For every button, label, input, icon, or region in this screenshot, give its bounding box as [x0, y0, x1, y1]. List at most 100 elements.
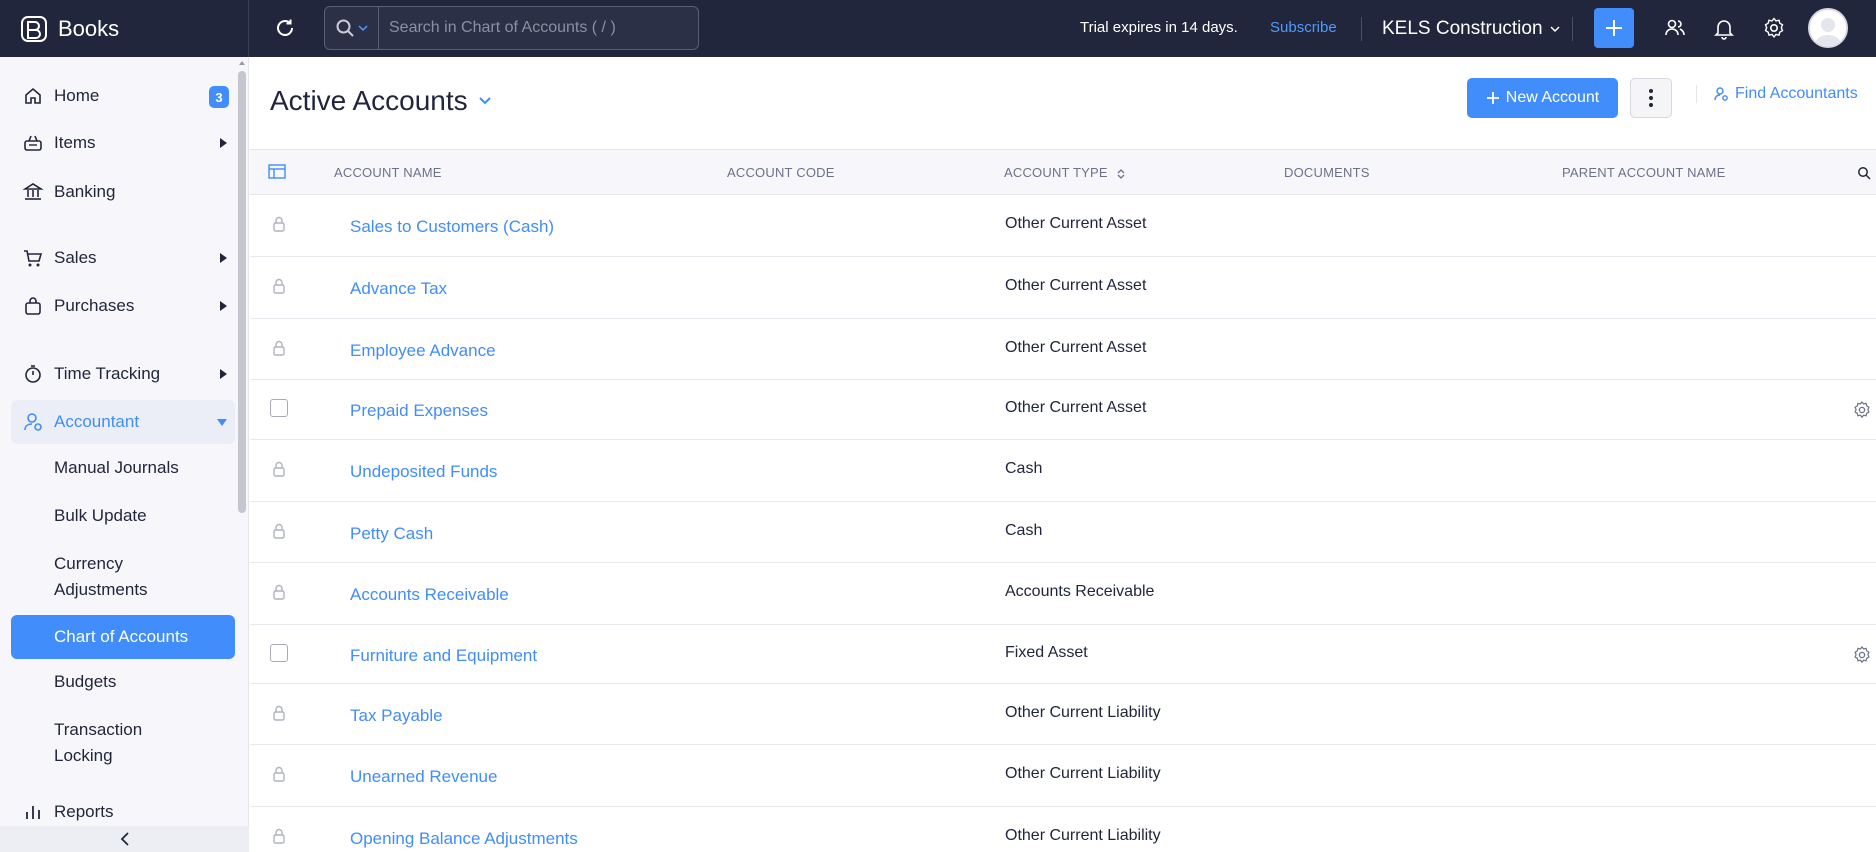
sidebar-subitem-manual-journals[interactable]: Manual Journals: [11, 455, 235, 481]
sidebar-item-items[interactable]: Items: [11, 121, 235, 165]
sidebar-item-banking[interactable]: Banking: [11, 170, 235, 214]
lock-icon: [273, 216, 285, 232]
bag-icon: [25, 297, 41, 315]
users-icon[interactable]: [1663, 16, 1687, 40]
search-input[interactable]: [379, 19, 698, 37]
account-name-link[interactable]: Furniture and Equipment: [350, 646, 537, 666]
table-row[interactable]: Accounts Receivable Accounts Receivable: [250, 563, 1876, 625]
sidebar-item-purchases[interactable]: Purchases: [11, 284, 235, 328]
new-account-button[interactable]: New Account: [1467, 78, 1618, 118]
table-row[interactable]: Advance Tax Other Current Asset: [250, 257, 1876, 319]
trial-text: Trial expires in 14 days.: [1080, 19, 1238, 36]
sidebar-subitem-bulk-update[interactable]: Bulk Update: [11, 503, 235, 529]
search-bar: [324, 6, 699, 50]
refresh-icon[interactable]: [272, 15, 298, 41]
lock-icon: [273, 828, 285, 844]
accountant-icon: [24, 413, 42, 431]
organization-switcher[interactable]: KELS Construction: [1382, 18, 1561, 40]
brand-name: Books: [58, 15, 120, 41]
sort-icon: [1117, 168, 1125, 179]
sidebar-item-label: Accountant: [54, 412, 140, 431]
account-name-link[interactable]: Tax Payable: [350, 706, 443, 726]
account-type: Other Current Asset: [1005, 215, 1147, 232]
account-name-link[interactable]: Opening Balance Adjustments: [350, 829, 578, 849]
brand[interactable]: Books: [0, 0, 249, 57]
chevron-down-icon: [1550, 26, 1560, 33]
table-row[interactable]: Petty Cash Cash: [250, 502, 1876, 563]
sidebar-scrollbar[interactable]: [238, 71, 246, 513]
sidebar-subitem-chart-of-accounts[interactable]: Chart of Accounts: [11, 615, 235, 659]
gear-icon[interactable]: [1762, 16, 1786, 40]
account-type: Other Current Asset: [1005, 399, 1147, 416]
table-row[interactable]: Opening Balance Adjustments Other Current…: [250, 807, 1876, 852]
sidebar-subitem-transaction-locking[interactable]: Transaction Locking: [11, 717, 235, 769]
account-name-link[interactable]: Unearned Revenue: [350, 767, 497, 787]
sidebar-item-time-tracking[interactable]: Time Tracking: [11, 352, 235, 396]
sidebar-item-accountant[interactable]: Accountant: [11, 400, 235, 444]
account-type: Other Current Liability: [1005, 827, 1161, 844]
bell-icon[interactable]: [1712, 16, 1736, 40]
collapse-sidebar-button[interactable]: [0, 826, 249, 852]
plus-icon: [1486, 92, 1499, 104]
table-row[interactable]: Undeposited Funds Cash: [250, 440, 1876, 502]
lock-icon: [273, 766, 285, 782]
avatar[interactable]: [1808, 8, 1848, 48]
sidebar-subitem-currency-adjustments[interactable]: Currency Adjustments: [11, 551, 235, 603]
divider: [1361, 17, 1362, 41]
org-name: KELS Construction: [1382, 18, 1543, 39]
gear-icon[interactable]: [1852, 645, 1872, 665]
table-row[interactable]: Furniture and Equipment Fixed Asset: [250, 625, 1876, 684]
subscribe-link[interactable]: Subscribe: [1270, 19, 1337, 36]
find-accountants-link[interactable]: Find Accountants: [1696, 85, 1858, 103]
search-icon[interactable]: [1857, 166, 1871, 180]
account-name-link[interactable]: Employee Advance: [350, 341, 496, 361]
kebab-menu-icon: [1649, 89, 1653, 107]
account-type: Cash: [1005, 522, 1043, 539]
scroll-up-arrow[interactable]: [239, 61, 245, 65]
table-row[interactable]: Employee Advance Other Current Asset: [250, 319, 1876, 380]
column-header-parent-account-name[interactable]: PARENT ACCOUNT NAME: [1562, 165, 1725, 180]
bar-chart-icon: [26, 806, 40, 819]
row-checkbox[interactable]: [270, 399, 288, 417]
bank-icon: [23, 183, 43, 200]
account-name-link[interactable]: Sales to Customers (Cash): [350, 217, 554, 237]
sidebar-item-label: Sales: [54, 248, 97, 267]
table-row[interactable]: Sales to Customers (Cash) Other Current A…: [250, 195, 1876, 257]
column-header-account-name[interactable]: ACCOUNT NAME: [334, 165, 442, 180]
account-name-link[interactable]: Petty Cash: [350, 524, 433, 544]
sidebar-subitem-label: Adjustments: [54, 580, 148, 599]
column-header-account-code[interactable]: ACCOUNT CODE: [727, 165, 835, 180]
sidebar-item-sales[interactable]: Sales: [11, 236, 235, 280]
table-row[interactable]: Prepaid Expenses Other Current Asset: [250, 380, 1876, 440]
books-logo-icon: [21, 15, 47, 42]
account-name-link[interactable]: Prepaid Expenses: [350, 401, 488, 421]
view-switcher[interactable]: Active Accounts: [270, 85, 492, 117]
stopwatch-icon: [25, 365, 41, 383]
accountant-icon: [1714, 87, 1728, 101]
more-options-button[interactable]: [1630, 78, 1672, 118]
account-name-link[interactable]: Advance Tax: [350, 279, 447, 299]
account-type: Other Current Liability: [1005, 704, 1161, 721]
sidebar-item-label: Reports: [54, 802, 114, 821]
table-row[interactable]: Unearned Revenue Other Current Liability: [250, 745, 1876, 807]
chevron-left-icon: [120, 832, 129, 846]
sidebar-item-reports[interactable]: Reports: [11, 797, 235, 827]
table-row[interactable]: Tax Payable Other Current Liability: [250, 684, 1876, 745]
column-header-documents[interactable]: DOCUMENTS: [1284, 165, 1370, 180]
account-name-link[interactable]: Undeposited Funds: [350, 462, 497, 482]
quick-create-button[interactable]: [1594, 8, 1634, 48]
sidebar-item-label: Banking: [54, 182, 116, 201]
row-checkbox[interactable]: [270, 644, 288, 662]
new-account-label: New Account: [1505, 89, 1600, 106]
sidebar-item-home[interactable]: Home 3: [11, 74, 235, 118]
sidebar-subitem-label: Currency: [54, 554, 123, 573]
column-settings-icon[interactable]: [268, 164, 286, 180]
find-accountants-label: Find Accountants: [1735, 85, 1858, 102]
gear-icon[interactable]: [1852, 400, 1872, 420]
user-avatar-icon: [1814, 18, 1842, 46]
search-scope-button[interactable]: [325, 7, 379, 49]
sidebar-subitem-budgets[interactable]: Budgets: [11, 669, 235, 695]
account-name-link[interactable]: Accounts Receivable: [350, 585, 509, 605]
plus-icon: [1606, 20, 1622, 36]
column-header-account-type[interactable]: ACCOUNT TYPE: [1004, 165, 1125, 180]
